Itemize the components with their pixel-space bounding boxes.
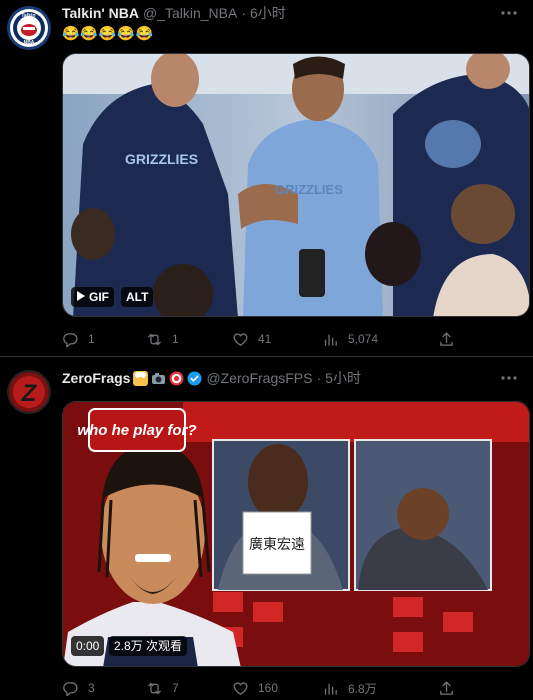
reply-count: 1 xyxy=(88,332,95,346)
views-button[interactable]: 5,074 xyxy=(322,329,378,349)
gif-media[interactable]: GRIZZLIES GRIZZLIES GIF ALT xyxy=(62,53,530,317)
like-button[interactable]: 41 xyxy=(232,329,271,349)
share-icon xyxy=(440,331,453,346)
separator-dot: · xyxy=(316,370,322,386)
timestamp[interactable]: 5小时 xyxy=(325,369,361,387)
play-icon xyxy=(76,287,85,307)
views-icon xyxy=(324,334,337,346)
retweet-count: 1 xyxy=(172,332,179,346)
share-button[interactable] xyxy=(438,678,464,698)
separator-dot: · xyxy=(241,5,247,21)
views-button[interactable]: 6.8万 xyxy=(322,678,377,698)
retweet-icon xyxy=(148,333,161,345)
avatar[interactable]: Z xyxy=(7,370,51,414)
svg-text:GRIZZLIES: GRIZZLIES xyxy=(125,151,198,167)
sign-text: 廣東宏遠 xyxy=(249,536,305,553)
reply-count: 3 xyxy=(88,681,95,695)
retweet-count: 7 xyxy=(172,681,179,695)
reply-icon xyxy=(63,681,78,696)
retweet-icon xyxy=(148,682,161,694)
heart-icon xyxy=(233,681,248,695)
views-icon xyxy=(324,683,337,695)
reply-button[interactable]: 1 xyxy=(62,329,95,349)
video-frame: 廣東宏遠 who he play for? xyxy=(63,402,529,666)
tweet[interactable]: Z ZeroFrags @ZeroFragsFPS · 5小时 廣東宏遠 who… xyxy=(0,357,533,700)
svg-text:NBA: NBA xyxy=(24,40,35,46)
tweet-text: 😂😂😂😂😂 xyxy=(62,25,155,41)
verified-badge-icon xyxy=(187,371,202,386)
chef-emoji-icon xyxy=(133,370,149,386)
timestamp[interactable]: 6小时 xyxy=(250,4,286,22)
reply-button[interactable]: 3 xyxy=(62,678,95,698)
like-button[interactable]: 160 xyxy=(232,678,278,698)
more-options-icon[interactable] xyxy=(499,370,519,386)
avatar[interactable]: Talkin' NBA xyxy=(7,6,51,50)
tweet-header: Talkin' NBA @_Talkin_NBA · 6小时 xyxy=(62,4,286,22)
heart-icon xyxy=(233,332,248,346)
gif-frame: GRIZZLIES GRIZZLIES xyxy=(63,54,529,316)
user-handle[interactable]: @_Talkin_NBA xyxy=(143,4,237,22)
tweet-header: ZeroFrags @ZeroFragsFPS · 5小时 xyxy=(62,369,361,387)
gif-badge[interactable]: GIF xyxy=(71,287,114,307)
alt-badge[interactable]: ALT xyxy=(121,287,154,307)
target-emoji-icon xyxy=(169,371,184,386)
share-icon xyxy=(440,680,453,695)
video-views-badge: 2.8万 次观看 xyxy=(109,636,188,656)
more-options-icon[interactable] xyxy=(499,5,519,21)
like-count: 160 xyxy=(258,681,279,695)
camera-emoji-icon xyxy=(151,371,166,386)
video-media[interactable]: 廣東宏遠 who he play for? 0:00 2.8万 次观看 xyxy=(62,401,530,667)
retweet-button[interactable]: 7 xyxy=(146,678,179,698)
svg-text:GRIZZLIES: GRIZZLIES xyxy=(275,182,343,197)
svg-text:Z: Z xyxy=(21,380,38,407)
view-count: 6.8万 xyxy=(348,681,377,696)
gif-label: GIF xyxy=(89,290,109,304)
display-name[interactable]: Talkin' NBA xyxy=(62,4,139,22)
tweet-actions: 1 1 41 5,074 xyxy=(62,329,533,349)
like-count: 41 xyxy=(258,332,272,346)
banner-text: who he play for? xyxy=(77,422,196,439)
retweet-button[interactable]: 1 xyxy=(146,329,179,349)
view-count: 5,074 xyxy=(348,332,379,346)
tweet-actions: 3 7 160 6.8万 xyxy=(62,678,533,698)
video-time-badge: 0:00 xyxy=(71,636,105,656)
share-button[interactable] xyxy=(438,329,464,349)
svg-text:Talkin': Talkin' xyxy=(21,13,36,19)
display-name[interactable]: ZeroFrags xyxy=(62,369,130,387)
tweet[interactable]: Talkin' NBA Talkin' NBA @_Talkin_NBA · 6… xyxy=(0,0,533,356)
reply-icon xyxy=(63,332,78,347)
user-handle[interactable]: @ZeroFragsFPS xyxy=(206,369,312,387)
